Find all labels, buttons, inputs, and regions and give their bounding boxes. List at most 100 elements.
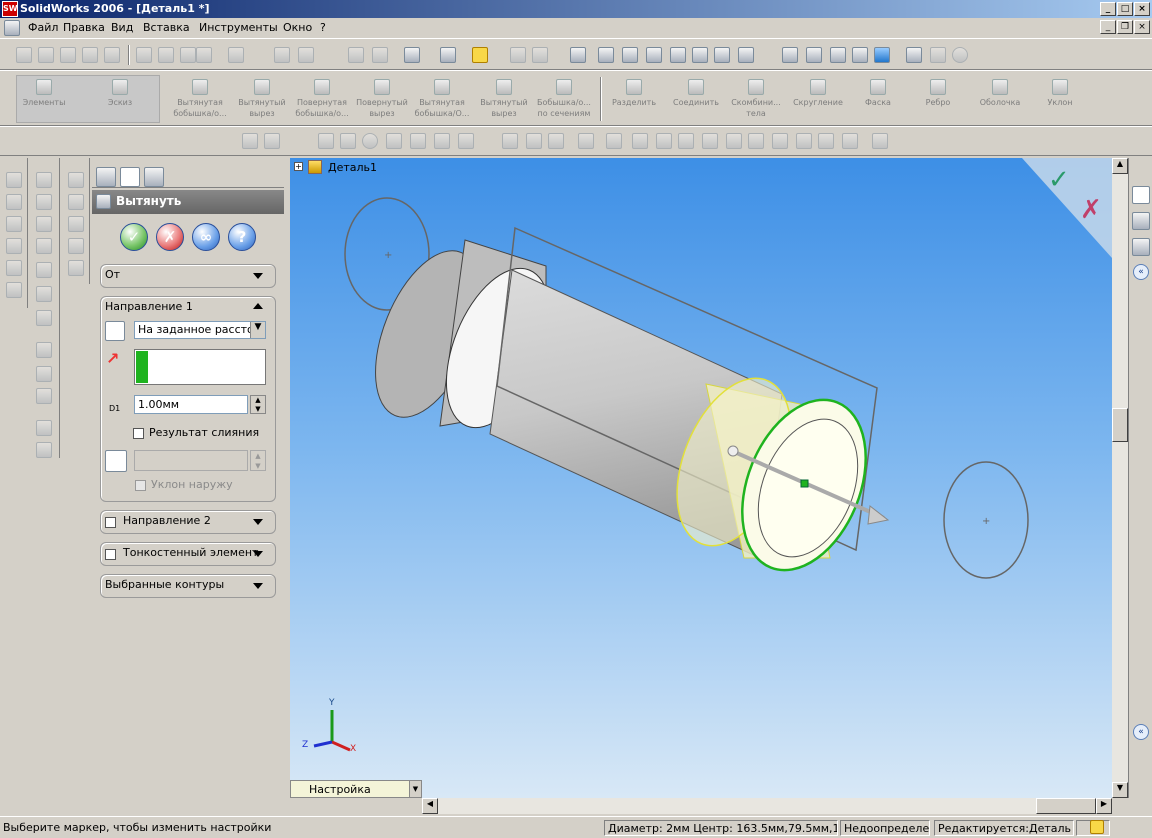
- shaded-icon[interactable]: [874, 47, 890, 63]
- options-icon[interactable]: [372, 47, 388, 63]
- horizontal-scrollbar[interactable]: ◀ ▶: [422, 798, 1112, 814]
- surface-tool-icon[interactable]: [36, 286, 52, 302]
- curve-tool-icon[interactable]: [36, 366, 52, 382]
- circular-pattern-icon[interactable]: [842, 133, 858, 149]
- view-orientation-icon[interactable]: [738, 47, 754, 63]
- zoom-fit-icon[interactable]: [598, 47, 614, 63]
- feature-manager-tab-icon[interactable]: [96, 167, 116, 187]
- merge-result-checkbox[interactable]: [133, 428, 144, 439]
- paste-icon[interactable]: [180, 47, 196, 63]
- confirm-ok-icon[interactable]: ✓: [1048, 165, 1070, 195]
- vertical-scrollbar[interactable]: ▲ ▼: [1112, 158, 1128, 798]
- realview-icon[interactable]: [952, 47, 968, 63]
- surface-tool-icon[interactable]: [36, 216, 52, 232]
- center-marker[interactable]: [800, 479, 809, 488]
- join-command[interactable]: Соединить: [666, 79, 726, 108]
- menu-window[interactable]: Окно: [283, 21, 312, 34]
- group-from[interactable]: От: [100, 264, 276, 288]
- swept-cut-command[interactable]: Вытянутый вырез: [474, 79, 534, 119]
- document-icon[interactable]: [4, 20, 20, 36]
- hscroll-thumb[interactable]: [1036, 798, 1096, 814]
- sketch-icon[interactable]: [242, 133, 258, 149]
- split-command[interactable]: Разделить: [604, 79, 664, 108]
- trim-icon[interactable]: [678, 133, 694, 149]
- dynamic-mirror-icon[interactable]: [796, 133, 812, 149]
- offset-icon[interactable]: [632, 133, 648, 149]
- cancel-button[interactable]: ✗: [156, 223, 184, 251]
- mate-reference-icon[interactable]: [68, 260, 84, 276]
- maximize-button[interactable]: □: [1117, 2, 1133, 16]
- arrow-head-handle[interactable]: [867, 505, 890, 525]
- scroll-up-button[interactable]: ▲: [1112, 158, 1128, 174]
- menu-help[interactable]: ?: [320, 21, 326, 34]
- shell-command[interactable]: Оболочка: [970, 79, 1030, 108]
- extruded-cut-command[interactable]: Вытянутый вырез: [232, 79, 292, 119]
- scroll-left-button[interactable]: ◀: [422, 798, 438, 814]
- whats-wrong-icon[interactable]: [440, 47, 456, 63]
- select-icon[interactable]: [274, 47, 290, 63]
- group-thin-feature[interactable]: Тонкостенный элемент: [100, 542, 276, 566]
- wireframe-icon[interactable]: [782, 47, 798, 63]
- redo-icon[interactable]: [228, 47, 244, 63]
- tangent-arc-icon[interactable]: [434, 133, 450, 149]
- menu-tools[interactable]: Инструменты: [199, 21, 278, 34]
- revolved-boss-command[interactable]: Повернутая бобышка/о...: [292, 79, 352, 119]
- centerline-icon[interactable]: [548, 133, 564, 149]
- search-icon[interactable]: [1132, 238, 1150, 256]
- combine-command[interactable]: Скомбини... тела: [726, 79, 786, 119]
- doc-minimize-button[interactable]: _: [1100, 20, 1116, 34]
- axis-icon[interactable]: [68, 194, 84, 210]
- curve-tool-icon[interactable]: [36, 342, 52, 358]
- polygon-icon[interactable]: [386, 133, 402, 149]
- pan-icon[interactable]: [714, 47, 730, 63]
- end-condition-select[interactable]: На заданное расстояни ▼: [134, 321, 266, 339]
- feature-tool-icon[interactable]: [6, 282, 22, 298]
- draft-command[interactable]: Уклон: [1030, 79, 1090, 108]
- feature-tool-icon[interactable]: [6, 238, 22, 254]
- smart-dimension-icon[interactable]: [264, 133, 280, 149]
- rectangle-icon[interactable]: [340, 133, 356, 149]
- reference-geometry-icon[interactable]: [68, 172, 84, 188]
- feature-tool-icon[interactable]: [6, 216, 22, 232]
- config-tab[interactable]: Настройка ▼: [290, 780, 422, 798]
- undo-icon[interactable]: [196, 47, 212, 63]
- menu-insert[interactable]: Вставка: [143, 21, 190, 34]
- depth-input[interactable]: 1.00мм: [134, 395, 248, 414]
- rebuild-icon[interactable]: [298, 47, 314, 63]
- arrow-tail-handle[interactable]: [727, 445, 739, 457]
- zoom-selection-icon[interactable]: [670, 47, 686, 63]
- group-selected-contours[interactable]: Выбранные контуры: [100, 574, 276, 598]
- mirror-icon[interactable]: [772, 133, 788, 149]
- spline-icon[interactable]: [502, 133, 518, 149]
- curve-tool-icon[interactable]: [36, 388, 52, 404]
- expand-pane-icon[interactable]: «: [1133, 724, 1149, 740]
- graphics-area[interactable]: + Деталь1 + + ✓ ✗ Y X Z Настройка ▼: [290, 158, 1112, 798]
- scroll-down-button[interactable]: ▼: [1112, 782, 1128, 798]
- point-icon[interactable]: [526, 133, 542, 149]
- chamfer-command[interactable]: Фаска: [848, 79, 908, 108]
- configuration-manager-tab-icon[interactable]: [144, 167, 164, 187]
- doc-restore-button[interactable]: ❐: [1117, 20, 1133, 34]
- grid-icon[interactable]: [348, 47, 364, 63]
- preview-button[interactable]: ∞: [192, 223, 220, 251]
- extruded-boss-command[interactable]: Вытянутая бобышка/о...: [170, 79, 230, 119]
- file-properties-icon[interactable]: [404, 47, 420, 63]
- section-view-icon[interactable]: [930, 47, 946, 63]
- group-direction2[interactable]: Направление 2: [100, 510, 276, 534]
- depth-spinner[interactable]: ▲ ▼: [250, 395, 266, 414]
- shadow-icon[interactable]: [906, 47, 922, 63]
- minimize-button[interactable]: _: [1100, 2, 1116, 16]
- thin-feature-checkbox[interactable]: [105, 549, 116, 560]
- close-button[interactable]: ×: [1134, 2, 1150, 16]
- chevron-down-icon[interactable]: ▼: [409, 781, 421, 797]
- 3d-sketch-plane-icon[interactable]: [872, 133, 888, 149]
- tab-features[interactable]: Элементы: [14, 79, 74, 108]
- library-icon[interactable]: [1132, 212, 1150, 230]
- construction-icon[interactable]: [748, 133, 764, 149]
- split-entity-icon[interactable]: [726, 133, 742, 149]
- direction-selection-box[interactable]: [134, 349, 266, 385]
- linear-pattern-icon[interactable]: [818, 133, 834, 149]
- arc-icon[interactable]: [410, 133, 426, 149]
- hidden-lines-visible-icon[interactable]: [806, 47, 822, 63]
- line-icon[interactable]: [318, 133, 334, 149]
